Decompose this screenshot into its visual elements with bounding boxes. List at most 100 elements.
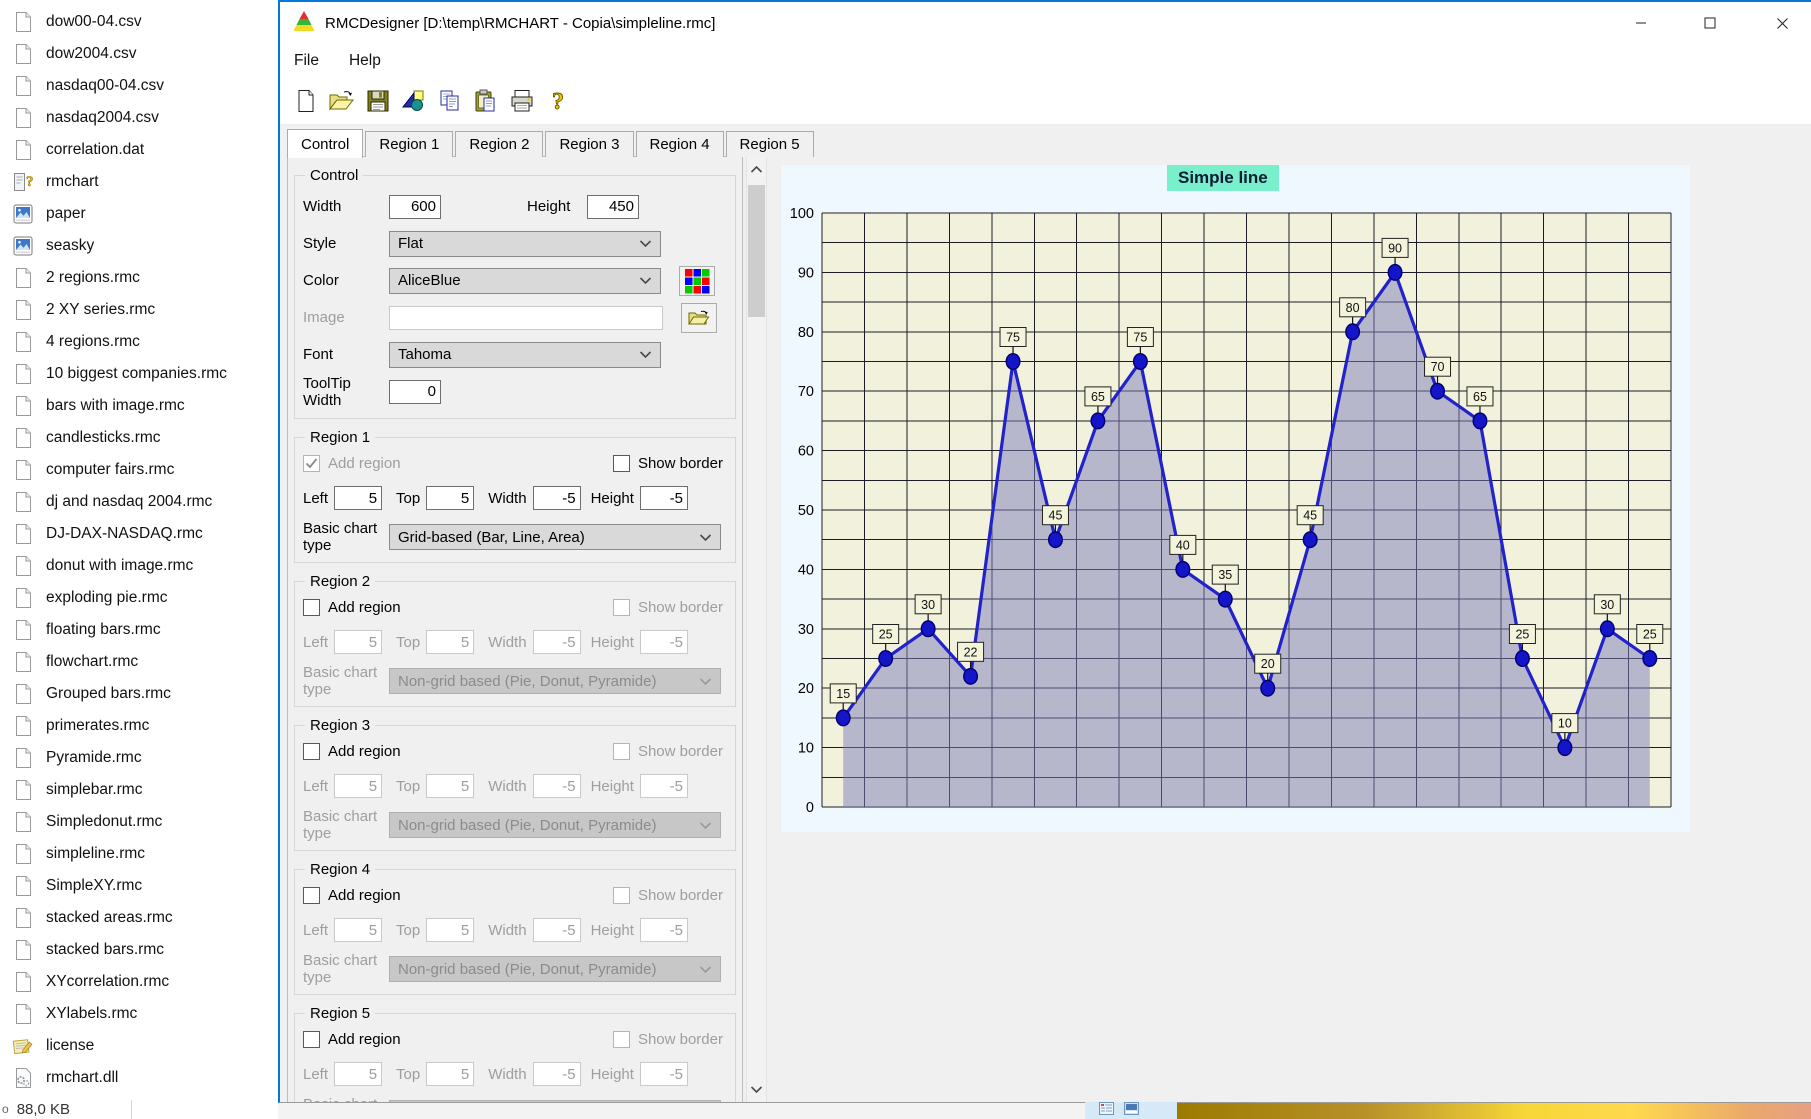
region-left-input[interactable] <box>334 918 382 942</box>
file-item[interactable]: 4 regions.rmc <box>0 326 272 358</box>
file-item[interactable]: XYlabels.rmc <box>0 998 272 1030</box>
file-item[interactable]: paper <box>0 198 272 230</box>
file-item[interactable]: seasky <box>0 230 272 262</box>
file-item[interactable]: stacked bars.rmc <box>0 934 272 966</box>
show-border-checkbox[interactable] <box>613 599 630 616</box>
basic-chart-type-dropdown[interactable]: Grid-based (Bar, Line, Area) <box>389 524 721 550</box>
scroll-up-arrow-icon[interactable] <box>747 161 766 177</box>
basic-chart-type-dropdown[interactable]: Non-grid based (Pie, Donut, Pyramide) <box>389 956 721 982</box>
region-top-input[interactable] <box>426 486 474 510</box>
close-button[interactable] <box>1751 2 1811 44</box>
font-dropdown[interactable]: Tahoma <box>389 342 661 368</box>
file-item[interactable]: 2 XY series.rmc <box>0 294 272 326</box>
tab-region-3[interactable]: Region 3 <box>545 131 633 157</box>
tooltip-width-input[interactable] <box>389 380 441 404</box>
region-left-input[interactable] <box>334 1062 382 1086</box>
control-height-input[interactable] <box>587 195 639 219</box>
region-height-input[interactable] <box>640 630 688 654</box>
region-left-input[interactable] <box>334 630 382 654</box>
add-region-checkbox[interactable] <box>303 455 320 472</box>
copy-button[interactable] <box>432 83 468 119</box>
region-top-input[interactable] <box>426 774 474 798</box>
file-item[interactable]: dow2004.csv <box>0 38 272 70</box>
open-file-button[interactable] <box>324 83 360 119</box>
file-item[interactable]: Pyramide.rmc <box>0 742 272 774</box>
show-border-checkbox[interactable] <box>613 887 630 904</box>
tab-control[interactable]: Control <box>287 129 363 158</box>
file-item[interactable]: license <box>0 1030 272 1062</box>
region-left-input[interactable] <box>334 486 382 510</box>
file-item[interactable]: ?rmchart <box>0 166 272 198</box>
scroll-down-arrow-icon[interactable] <box>747 1082 766 1098</box>
tray-window-icon[interactable] <box>1099 1102 1114 1119</box>
taskbar-icons[interactable] <box>1085 1102 1177 1119</box>
region-height-input[interactable] <box>640 774 688 798</box>
image-path-input[interactable] <box>389 306 663 330</box>
file-item[interactable]: primerates.rmc <box>0 710 272 742</box>
file-item[interactable]: candlesticks.rmc <box>0 422 272 454</box>
region-top-input[interactable] <box>426 630 474 654</box>
minimize-button[interactable] <box>1610 2 1672 44</box>
file-item[interactable]: dow00-04.csv <box>0 6 272 38</box>
file-item[interactable]: nasdaq2004.csv <box>0 102 272 134</box>
tray-image-icon[interactable] <box>1124 1102 1139 1119</box>
color-palette-button[interactable] <box>679 266 715 296</box>
maximize-button[interactable] <box>1679 2 1741 44</box>
file-item[interactable]: Simpledonut.rmc <box>0 806 272 838</box>
file-item[interactable]: simpleline.rmc <box>0 838 272 870</box>
menu-item-file[interactable]: File <box>294 52 319 70</box>
file-item[interactable]: rmchart.dll <box>0 1062 272 1094</box>
region-width-input[interactable] <box>533 918 581 942</box>
region-width-input[interactable] <box>533 1062 581 1086</box>
panel-scrollbar[interactable] <box>746 156 767 1103</box>
menu-item-help[interactable]: Help <box>349 52 381 70</box>
color-dropdown[interactable]: AliceBlue <box>389 268 661 294</box>
tab-region-5[interactable]: Region 5 <box>726 131 814 157</box>
region-height-input[interactable] <box>640 918 688 942</box>
region-width-input[interactable] <box>533 630 581 654</box>
file-item[interactable]: stacked areas.rmc <box>0 902 272 934</box>
region-left-input[interactable] <box>334 774 382 798</box>
paste-button[interactable] <box>468 83 504 119</box>
file-item[interactable]: 2 regions.rmc <box>0 262 272 294</box>
show-border-checkbox[interactable] <box>613 743 630 760</box>
print-button[interactable] <box>504 83 540 119</box>
file-item[interactable]: correlation.dat <box>0 134 272 166</box>
file-item[interactable]: SimpleXY.rmc <box>0 870 272 902</box>
file-item[interactable]: nasdaq00-04.csv <box>0 70 272 102</box>
file-item[interactable]: floating bars.rmc <box>0 614 272 646</box>
file-item[interactable]: simplebar.rmc <box>0 774 272 806</box>
add-region-checkbox[interactable] <box>303 887 320 904</box>
region-height-input[interactable] <box>640 486 688 510</box>
file-item[interactable]: donut with image.rmc <box>0 550 272 582</box>
tab-region-1[interactable]: Region 1 <box>365 131 453 157</box>
file-item[interactable]: 10 biggest companies.rmc <box>0 358 272 390</box>
region-width-input[interactable] <box>533 774 581 798</box>
add-region-checkbox[interactable] <box>303 1031 320 1048</box>
file-item[interactable]: flowchart.rmc <box>0 646 272 678</box>
new-file-button[interactable] <box>288 83 324 119</box>
control-width-input[interactable] <box>389 195 441 219</box>
show-border-checkbox[interactable] <box>613 455 630 472</box>
file-item[interactable]: XYcorrelation.rmc <box>0 966 272 998</box>
scrollbar-thumb[interactable] <box>748 185 765 317</box>
region-width-input[interactable] <box>533 486 581 510</box>
tab-region-2[interactable]: Region 2 <box>455 131 543 157</box>
region-height-input[interactable] <box>640 1062 688 1086</box>
basic-chart-type-dropdown[interactable]: Non-grid based (Pie, Donut, Pyramide) <box>389 668 721 694</box>
browse-folder-button[interactable] <box>681 303 717 333</box>
save-file-button[interactable] <box>360 83 396 119</box>
basic-chart-type-dropdown[interactable]: Non-grid based (Pie, Donut, Pyramide) <box>389 812 721 838</box>
region-top-input[interactable] <box>426 918 474 942</box>
file-item[interactable]: bars with image.rmc <box>0 390 272 422</box>
tab-region-4[interactable]: Region 4 <box>636 131 724 157</box>
file-item[interactable]: DJ-DAX-NASDAQ.rmc <box>0 518 272 550</box>
help-button[interactable]: ? <box>540 83 576 119</box>
show-border-checkbox[interactable] <box>613 1031 630 1048</box>
file-item[interactable]: exploding pie.rmc <box>0 582 272 614</box>
file-item[interactable]: dj and nasdaq 2004.rmc <box>0 486 272 518</box>
add-region-checkbox[interactable] <box>303 599 320 616</box>
add-region-checkbox[interactable] <box>303 743 320 760</box>
file-item[interactable]: computer fairs.rmc <box>0 454 272 486</box>
region-top-input[interactable] <box>426 1062 474 1086</box>
